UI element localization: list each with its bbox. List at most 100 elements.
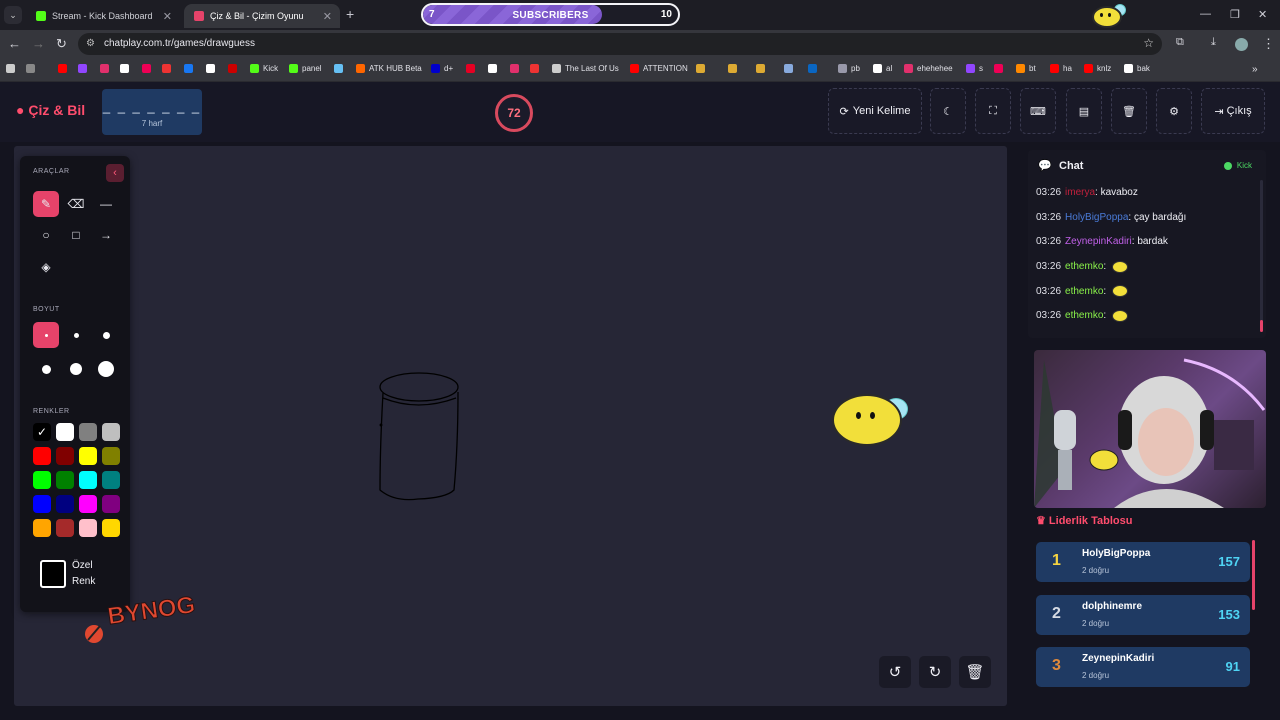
- color-swatch[interactable]: [102, 471, 120, 489]
- close-tab-icon[interactable]: ✕: [163, 10, 172, 23]
- undo-button[interactable]: ↺: [879, 656, 911, 688]
- size-3-button[interactable]: [93, 322, 119, 348]
- chat-username[interactable]: HolyBigPoppa: [1065, 212, 1128, 223]
- pinterest-icon[interactable]: [466, 64, 479, 73]
- bookmark-icon[interactable]: [756, 64, 769, 73]
- chat-scrollbar-track[interactable]: [1260, 180, 1263, 332]
- chat-username[interactable]: imerya: [1065, 187, 1095, 198]
- bookmark-icon[interactable]: [784, 64, 797, 73]
- exit-button[interactable]: ⇥ Çıkış: [1201, 88, 1265, 134]
- browser-tab-ciz-bil[interactable]: Çiz & Bil - Çizim Oyunu ✕: [184, 4, 340, 28]
- bookmark-icon[interactable]: [162, 64, 175, 73]
- forward-icon[interactable]: →: [32, 36, 45, 51]
- twitch-icon[interactable]: [78, 64, 91, 73]
- chrome-menu-icon[interactable]: ⋮: [1262, 36, 1275, 52]
- grid-icon[interactable]: [26, 64, 39, 73]
- close-tab-icon[interactable]: ✕: [323, 10, 332, 23]
- fill-tool-button[interactable]: ◈: [33, 254, 59, 280]
- x-icon[interactable]: [206, 64, 219, 73]
- leaderboard-scrollbar[interactable]: [1252, 540, 1255, 610]
- color-swatch[interactable]: [33, 447, 51, 465]
- theme-toggle-button[interactable]: ☾: [930, 88, 966, 134]
- color-swatch[interactable]: [33, 519, 51, 537]
- bookmark-s[interactable]: s: [966, 64, 983, 73]
- redo-button[interactable]: ↻: [919, 656, 951, 688]
- bookmark-dplus[interactable]: d+: [431, 64, 453, 73]
- color-swatch[interactable]: [102, 423, 120, 441]
- color-swatch[interactable]: [33, 495, 51, 513]
- close-window-icon[interactable]: ✕: [1258, 8, 1267, 21]
- color-swatch[interactable]: [102, 519, 120, 537]
- size-4-button[interactable]: [33, 356, 59, 382]
- color-swatch[interactable]: [33, 471, 51, 489]
- rectangle-tool-button[interactable]: □: [63, 222, 89, 248]
- color-swatch[interactable]: ✓: [33, 423, 51, 441]
- collapse-panel-button[interactable]: ‹: [106, 164, 124, 182]
- color-swatch[interactable]: [56, 471, 74, 489]
- reload-icon[interactable]: ↻: [56, 36, 67, 52]
- bookmark-bak[interactable]: bak: [1124, 64, 1150, 73]
- size-1-button[interactable]: [33, 322, 59, 348]
- color-swatch[interactable]: [56, 447, 74, 465]
- bookmark-icon[interactable]: [994, 64, 1007, 73]
- tab-search-icon[interactable]: ⌄: [4, 6, 22, 24]
- bookmark-icon[interactable]: [530, 64, 543, 73]
- chat-scrollbar-thumb[interactable]: [1260, 320, 1263, 332]
- clear-button[interactable]: 🗑: [1111, 88, 1147, 134]
- browser-tab-kick-dashboard[interactable]: Stream - Kick Dashboard ✕: [26, 4, 180, 28]
- keyboard-button[interactable]: ⌨: [1020, 88, 1056, 134]
- color-swatch[interactable]: [102, 495, 120, 513]
- maximize-icon[interactable]: ❐: [1230, 8, 1240, 21]
- bookmark-knlz[interactable]: knlz: [1084, 64, 1111, 73]
- bookmark-icon[interactable]: [488, 64, 501, 73]
- steam-icon[interactable]: [334, 64, 347, 73]
- pen-tool-button[interactable]: ✎: [33, 191, 59, 217]
- line-tool-button[interactable]: —: [93, 191, 119, 217]
- color-swatch[interactable]: [79, 423, 97, 441]
- youtube-icon[interactable]: [58, 64, 71, 73]
- bookmark-icon[interactable]: [120, 64, 133, 73]
- profile-avatar[interactable]: [1235, 38, 1248, 51]
- more-bookmarks-icon[interactable]: »: [1252, 64, 1258, 75]
- fullscreen-button[interactable]: ⛶: [975, 88, 1011, 134]
- instagram-icon[interactable]: [510, 64, 523, 73]
- size-2-button[interactable]: [63, 322, 89, 348]
- bookmark-attention[interactable]: ATTENTION: [630, 64, 688, 73]
- minimize-icon[interactable]: —: [1200, 8, 1211, 20]
- back-icon[interactable]: ←: [8, 36, 21, 51]
- bookmark-atk-hub[interactable]: ATK HUB Beta: [356, 64, 422, 73]
- chat-username[interactable]: ethemko: [1065, 310, 1103, 321]
- linkedin-icon[interactable]: [808, 64, 821, 73]
- color-swatch[interactable]: [79, 471, 97, 489]
- instagram-icon[interactable]: [100, 64, 113, 73]
- bookmark-ha[interactable]: ha: [1050, 64, 1072, 73]
- chat-username[interactable]: ethemko: [1065, 261, 1103, 272]
- color-swatch[interactable]: [79, 447, 97, 465]
- chat-username[interactable]: ethemko: [1065, 286, 1103, 297]
- settings-button[interactable]: ⚙: [1156, 88, 1192, 134]
- color-swatch[interactable]: [79, 519, 97, 537]
- custom-color-swatch[interactable]: [40, 560, 66, 588]
- new-word-button[interactable]: ⟳ Yeni Kelime: [828, 88, 922, 134]
- chat-username[interactable]: ZeynepinKadiri: [1065, 236, 1132, 247]
- whatsapp-icon[interactable]: [142, 64, 155, 73]
- bookmark-the-last-of-us[interactable]: The Last Of Us: [552, 64, 619, 73]
- color-swatch[interactable]: [79, 495, 97, 513]
- site-info-icon[interactable]: ⚙: [86, 38, 95, 49]
- bookmark-kick[interactable]: Kick: [250, 64, 278, 73]
- arrow-tool-button[interactable]: →: [93, 222, 119, 248]
- archive-button[interactable]: ▤: [1066, 88, 1102, 134]
- color-swatch[interactable]: [56, 423, 74, 441]
- bookmark-ehehehee[interactable]: ehehehee: [904, 64, 953, 73]
- delete-drawing-button[interactable]: 🗑: [959, 656, 991, 688]
- bookmark-bt[interactable]: bt: [1016, 64, 1036, 73]
- omnibox[interactable]: ⚙ chatplay.com.tr/games/drawguess ☆: [78, 33, 1162, 55]
- new-tab-plus-icon[interactable]: +: [346, 6, 354, 22]
- bookmark-pb[interactable]: pb: [838, 64, 860, 73]
- bookmark-al[interactable]: al: [873, 64, 892, 73]
- bookmark-icon[interactable]: [696, 64, 709, 73]
- bookmark-icon[interactable]: [728, 64, 741, 73]
- extensions-icon[interactable]: ⧉: [1176, 36, 1184, 49]
- color-swatch[interactable]: [56, 495, 74, 513]
- color-swatch[interactable]: [102, 447, 120, 465]
